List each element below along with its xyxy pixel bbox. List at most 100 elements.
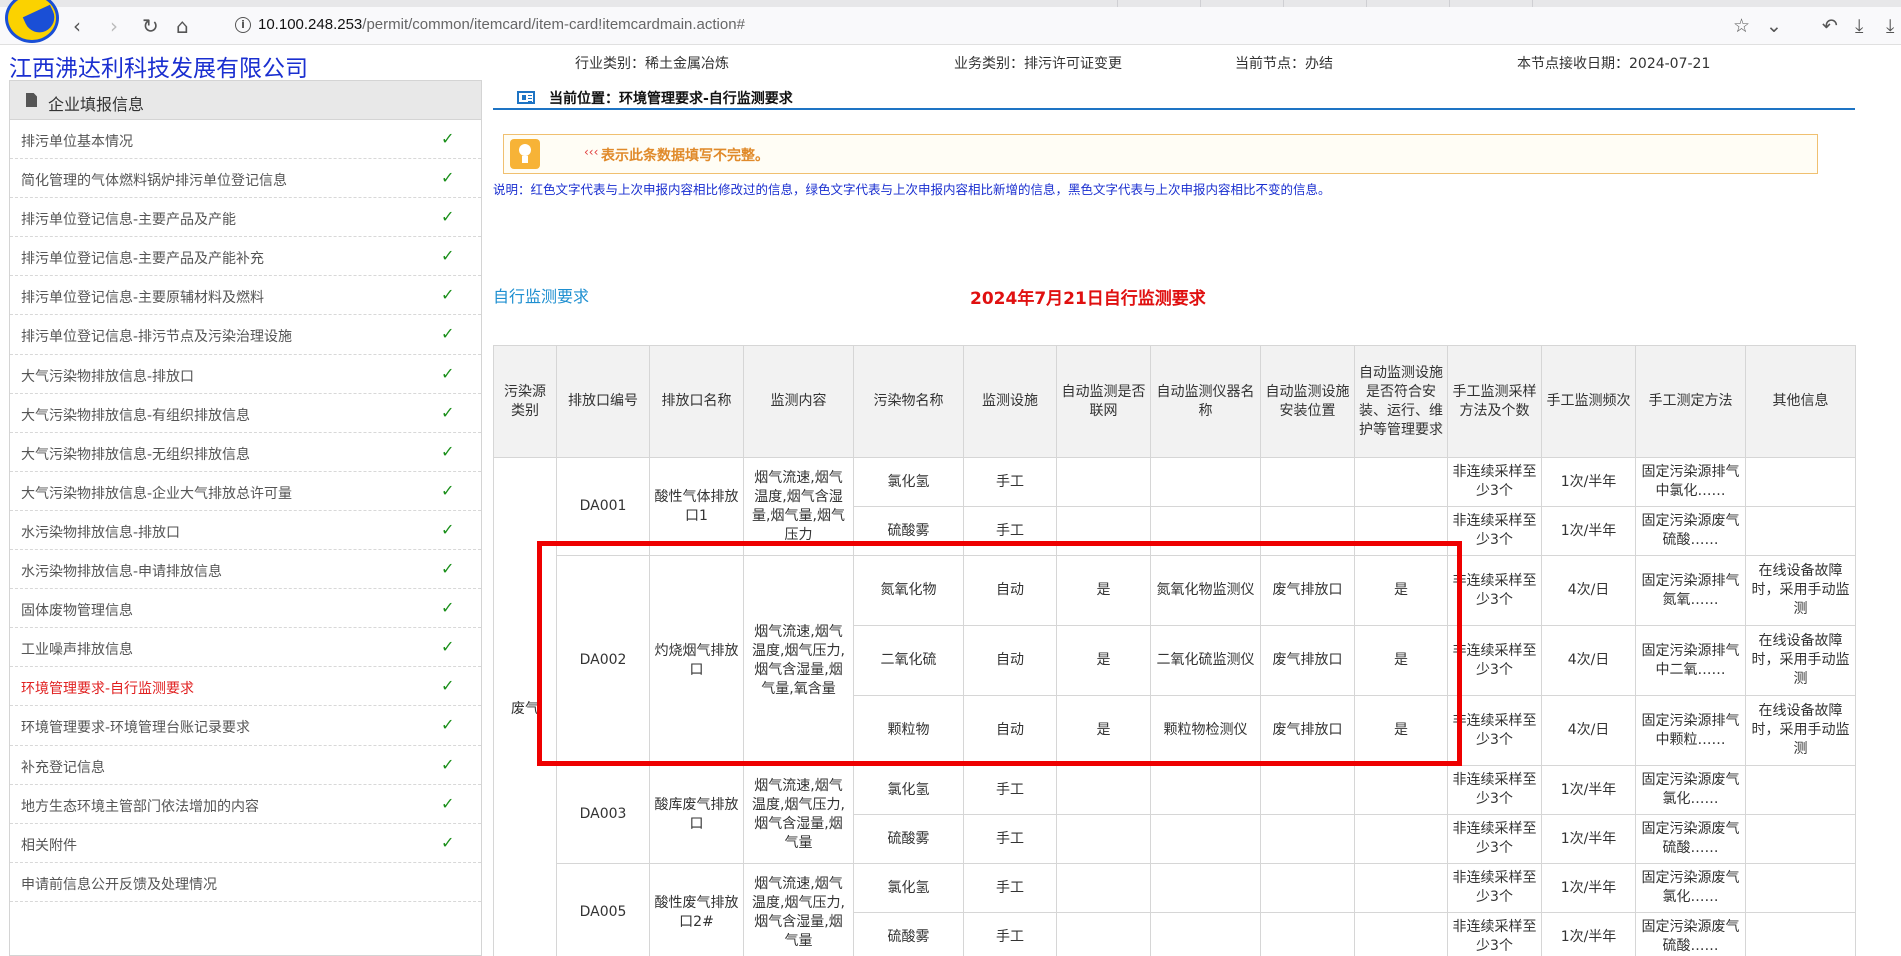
- location-cell: [1260, 863, 1355, 913]
- table-header-row: 污染源类别 排放口编号 排放口名称 监测内容 污染物名称 监测设施 自动监测是否联网 自动监测…: [493, 345, 1856, 458]
- sidebar-item[interactable]: 相关附件 ✓: [10, 824, 481, 863]
- sidebar-item[interactable]: 排污单位登记信息-主要原辅材料及燃料 ✓: [10, 276, 481, 316]
- facility-cell: 手工: [963, 457, 1057, 507]
- sampling-cell: 非连续采样至少3个: [1447, 457, 1542, 507]
- sidebar-item[interactable]: 固体废物管理信息 ✓: [10, 589, 481, 629]
- facility-cell: 手工: [963, 506, 1057, 556]
- section-label: 自行监测要求: [493, 287, 590, 306]
- sidebar-item[interactable]: 大气污染物排放信息-企业大气排放总许可量 ✓: [10, 472, 481, 511]
- outlet-name-cell: 酸性废气排放口2#: [649, 863, 744, 956]
- compliant-cell: 是: [1354, 695, 1448, 766]
- freq-cell: 4次/日: [1541, 555, 1636, 626]
- pollutant-cell: 氯化氢: [853, 765, 964, 815]
- forward-icon[interactable]: ›: [110, 15, 118, 37]
- sidebar-item-label: 大气污染物排放信息-无组织排放信息: [21, 446, 251, 463]
- sidebar-item[interactable]: 补充登记信息 ✓: [10, 746, 481, 785]
- other-cell: [1745, 863, 1856, 913]
- lightbulb-icon: [510, 139, 540, 169]
- table-row: DA005 酸性废气排放口2# 烟气流速,烟气温度,烟气压力,烟气含湿量,烟气量 氯化…: [494, 863, 1856, 956]
- sidebar-item-label: 工业噪声排放信息: [21, 642, 133, 659]
- url-path: /permit/common/itemcard/item-card!itemca…: [362, 16, 745, 33]
- sidebar-item-label: 排污单位登记信息-主要产品及产能补充: [21, 251, 265, 268]
- outlet-code-cell: DA002: [556, 555, 650, 766]
- dropdown-icon[interactable]: ⌄: [1766, 15, 1782, 37]
- check-icon: ✓: [441, 715, 455, 735]
- bookmark-star-icon[interactable]: ☆: [1733, 15, 1750, 37]
- check-icon: ✓: [441, 480, 455, 500]
- browser-logo-icon[interactable]: [5, 0, 59, 43]
- check-icon: ✓: [441, 324, 455, 344]
- table-row: 废气 DA001 酸性气体排放口1 烟气流速,烟气温度,烟气含湿量,烟气量,烟气压力氯…: [493, 457, 1856, 956]
- pollutant-cell: 氯化氢: [853, 457, 964, 507]
- notice-arrows-icon: ‹‹‹: [584, 145, 599, 159]
- sidebar-item[interactable]: 申请前信息公开反馈及处理情况: [10, 863, 481, 902]
- pollutant-cell: 氮氧化物: [853, 555, 964, 626]
- compliant-cell: [1354, 912, 1448, 956]
- method-cell: 固定污染源废气氯化……: [1635, 863, 1746, 913]
- sidebar-item[interactable]: 地方生态环境主管部门依法增加的内容 ✓: [10, 785, 481, 824]
- document-icon: [26, 93, 37, 107]
- download-icon[interactable]: ⤓: [1855, 15, 1863, 37]
- compliant-cell: [1354, 814, 1448, 864]
- table-row: DA002 灼烧烟气排放口 烟气流速,烟气温度,烟气压力,烟气含湿量,烟气量,氧含量…: [494, 555, 1856, 766]
- sidebar-item[interactable]: 大气污染物排放信息-有组织排放信息 ✓: [10, 394, 481, 433]
- sidebar-item-label: 简化管理的气体燃料锅炉排污单位登记信息: [21, 173, 287, 190]
- site-info-icon[interactable]: i: [235, 17, 251, 33]
- sidebar: 企业填报信息 排污单位基本情况 ✓ 简化管理的气体燃料锅炉排污单位登记信息 ✓ 排污单位…: [9, 80, 482, 956]
- notice-text: 表示此条数据填写不完整。: [601, 148, 769, 164]
- sidebar-item-label: 排污单位基本情况: [21, 134, 133, 150]
- sidebar-item[interactable]: 简化管理的气体燃料锅炉排污单位登记信息 ✓: [10, 159, 481, 199]
- networked-cell: 是: [1056, 625, 1151, 696]
- column-header: 自动监测设施安装位置: [1260, 345, 1355, 458]
- compliant-cell: 是: [1354, 625, 1448, 696]
- location-cell: [1260, 814, 1355, 864]
- instrument-cell: [1150, 814, 1261, 864]
- sidebar-item[interactable]: 大气污染物排放信息-排放口 ✓: [10, 355, 481, 394]
- reload-icon[interactable]: ↻: [142, 15, 159, 37]
- column-header: 自动监测设施是否符合安装、运行、维护等管理要求: [1354, 345, 1448, 458]
- monitoring-table: 污染源类别 排放口编号 排放口名称 监测内容 污染物名称 监测设施 自动监测是否联网 自动监测…: [493, 345, 1856, 956]
- facility-cell: 手工: [963, 765, 1057, 815]
- outlet-name-cell: 酸库废气排放口: [649, 765, 744, 864]
- outlet-code-cell: DA003: [556, 765, 650, 864]
- freq-cell: 1次/半年: [1541, 863, 1636, 913]
- networked-cell: [1056, 814, 1151, 864]
- sidebar-item[interactable]: 大气污染物排放信息-无组织排放信息 ✓: [10, 433, 481, 472]
- location-cell: [1260, 506, 1355, 556]
- column-header: 手工监测采样方法及个数: [1447, 345, 1542, 458]
- compliant-cell: [1354, 863, 1448, 913]
- incomplete-notice: ‹‹‹ 表示此条数据填写不完整。: [503, 134, 1818, 174]
- sidebar-item[interactable]: 水污染物排放信息-申请排放信息 ✓: [10, 550, 481, 590]
- check-icon: ✓: [441, 793, 455, 813]
- sidebar-item[interactable]: 环境管理要求-环境管理台账记录要求 ✓: [10, 706, 481, 746]
- sidebar-item[interactable]: 排污单位登记信息-主要产品及产能补充 ✓: [10, 237, 481, 277]
- current-node: 当前节点：办结: [1235, 56, 1333, 72]
- industry-category: 行业类别：稀土金属冶炼: [575, 56, 729, 72]
- history-icon[interactable]: ↶: [1822, 15, 1838, 37]
- facility-cell: 自动: [963, 625, 1057, 696]
- sidebar-item[interactable]: 排污单位登记信息-主要产品及产能 ✓: [10, 198, 481, 238]
- check-icon: ✓: [441, 285, 455, 305]
- sidebar-item-label: 环境管理要求-环境管理台账记录要求: [21, 720, 251, 737]
- sampling-cell: 非连续采样至少3个: [1447, 555, 1542, 626]
- compliant-cell: 是: [1354, 555, 1448, 626]
- sidebar-item[interactable]: 工业噪声排放信息 ✓: [10, 628, 481, 668]
- sidebar-item[interactable]: 水污染物排放信息-排放口 ✓: [10, 511, 481, 551]
- address-bar[interactable]: 10.100.248.253/permit/common/itemcard/it…: [258, 16, 745, 33]
- check-icon: ✓: [441, 402, 455, 422]
- back-icon[interactable]: ‹: [73, 15, 81, 37]
- other-cell: 在线设备故障时，采用手动监测: [1745, 625, 1856, 696]
- sidebar-item[interactable]: 环境管理要求-自行监测要求 ✓: [10, 667, 481, 707]
- home-icon[interactable]: ⌂: [176, 15, 189, 37]
- downloads-panel-icon[interactable]: ⤓: [1886, 15, 1894, 37]
- instrument-cell: [1150, 912, 1261, 956]
- monitoring-content-cell: 烟气流速,烟气温度,烟气压力,烟气含湿量,烟气量: [743, 863, 854, 956]
- sampling-cell: 非连续采样至少3个: [1447, 625, 1542, 696]
- sidebar-item[interactable]: 排污单位登记信息-排污节点及污染治理设施 ✓: [10, 315, 481, 355]
- instrument-cell: [1150, 457, 1261, 507]
- sidebar-menu: 排污单位基本情况 ✓ 简化管理的气体燃料锅炉排污单位登记信息 ✓ 排污单位登记信息-主要…: [10, 120, 481, 902]
- column-header: 监测内容: [743, 345, 854, 458]
- instrument-cell: 二氧化硫监测仪: [1150, 625, 1261, 696]
- check-icon: ✓: [441, 168, 455, 188]
- sidebar-item[interactable]: 排污单位基本情况 ✓: [10, 120, 481, 160]
